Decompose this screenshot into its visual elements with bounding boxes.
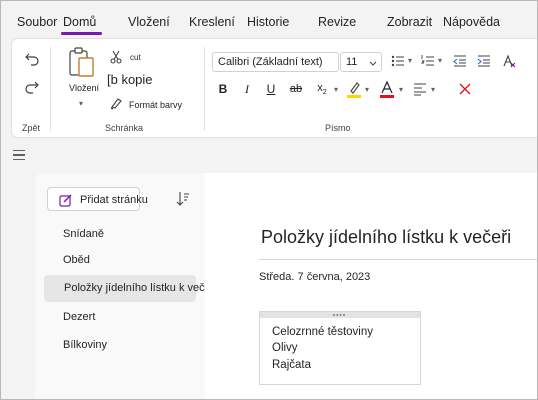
chevron-down-icon[interactable]: ▾ bbox=[334, 85, 338, 94]
tab-domu[interactable]: Domů bbox=[63, 15, 96, 29]
note-line[interactable]: Rajčata bbox=[272, 359, 311, 371]
underline-button[interactable]: U bbox=[263, 81, 279, 97]
title-divider bbox=[259, 259, 537, 260]
highlight-button[interactable] bbox=[345, 79, 363, 99]
numbered-list-icon bbox=[421, 55, 434, 66]
chevron-down-icon[interactable]: ▾ bbox=[365, 85, 369, 94]
page-item-obed[interactable]: Oběd bbox=[44, 247, 196, 274]
format-painter-button[interactable] bbox=[108, 95, 124, 111]
font-name-value: Calibri (Základní text) bbox=[218, 56, 323, 68]
paste-button[interactable] bbox=[66, 45, 98, 81]
format-painter-icon bbox=[110, 98, 122, 110]
add-page-icon bbox=[59, 193, 73, 212]
bold-icon: B bbox=[218, 82, 228, 96]
note-canvas[interactable]: Položky jídelního lístku k večeři Středa… bbox=[205, 173, 537, 399]
undo-group-label: Zpět bbox=[22, 123, 41, 133]
bullet-list-button[interactable] bbox=[390, 53, 406, 69]
font-color-button[interactable] bbox=[378, 79, 396, 99]
cut-button[interactable] bbox=[108, 49, 124, 65]
decrease-indent-button[interactable] bbox=[452, 53, 468, 69]
page-item-bilkoviny[interactable]: Bílkoviny bbox=[44, 332, 196, 359]
navigation-toggle-icon[interactable] bbox=[13, 150, 25, 161]
redo-icon bbox=[25, 81, 39, 94]
scissors-icon bbox=[110, 50, 122, 64]
menu-bar: Soubor Domů Vložení Kreslení Historie Re… bbox=[1, 1, 537, 37]
numbered-list-button[interactable] bbox=[420, 53, 436, 69]
chevron-down-icon[interactable]: ▾ bbox=[408, 56, 412, 65]
underline-icon: U bbox=[266, 82, 276, 96]
note-line[interactable]: Olivy bbox=[272, 342, 298, 354]
decrease-indent-icon bbox=[453, 55, 466, 67]
font-size-combobox[interactable]: 11 bbox=[340, 52, 382, 72]
page-item-vecere[interactable]: Položky jídelního lístku k večeři bbox=[44, 275, 217, 302]
italic-icon: I bbox=[245, 81, 249, 96]
bullet-list-icon bbox=[391, 55, 404, 67]
page-title[interactable]: Položky jídelního lístku k večeři bbox=[261, 227, 511, 248]
sort-icon[interactable] bbox=[176, 191, 190, 212]
paste-dropdown-icon[interactable]: ▾ bbox=[79, 99, 83, 108]
add-page-label: Přidat stránku bbox=[80, 194, 148, 206]
undo-icon bbox=[25, 53, 39, 66]
tab-kresleni[interactable]: Kreslení bbox=[189, 15, 235, 29]
subscript-button[interactable]: x2 bbox=[313, 81, 331, 97]
highlighter-icon bbox=[347, 82, 361, 98]
subscript-icon: x2 bbox=[317, 81, 327, 97]
note-drag-handle[interactable] bbox=[260, 312, 420, 318]
drag-dots-icon bbox=[333, 314, 345, 316]
page-item-dezert[interactable]: Dezert bbox=[44, 304, 196, 331]
group-separator bbox=[204, 47, 205, 131]
chevron-down-icon bbox=[369, 58, 377, 70]
clipboard-icon bbox=[69, 47, 94, 77]
bold-button[interactable]: B bbox=[215, 81, 231, 97]
note-container[interactable]: Celozrnné těstoviny Olivy Rajčata bbox=[259, 311, 421, 385]
page-item-snidane[interactable]: Snídaně bbox=[44, 221, 196, 248]
clear-all-button[interactable] bbox=[457, 81, 473, 97]
chevron-down-icon[interactable]: ▾ bbox=[431, 85, 435, 94]
align-left-icon bbox=[414, 83, 426, 96]
tab-historie[interactable]: Historie bbox=[247, 15, 289, 29]
ribbon: Zpět Vložení ▾ cut [b kopie Formát barvy… bbox=[11, 38, 537, 138]
redo-button[interactable] bbox=[22, 77, 42, 97]
close-icon bbox=[459, 83, 471, 95]
note-line[interactable]: Celozrnné těstoviny bbox=[272, 326, 373, 338]
font-name-combobox[interactable]: Calibri (Základní text) bbox=[212, 52, 339, 72]
font-group-label: Písmo bbox=[325, 123, 351, 133]
clear-formatting-button[interactable] bbox=[500, 53, 518, 69]
chevron-down-icon[interactable]: ▾ bbox=[399, 85, 403, 94]
font-color-icon bbox=[380, 80, 394, 98]
active-tab-indicator bbox=[61, 32, 102, 35]
tab-zobrazit[interactable]: Zobrazit bbox=[387, 15, 432, 29]
strikethrough-icon: ab bbox=[289, 83, 303, 95]
page-date: Středa. 7 června, 2023 bbox=[259, 271, 371, 283]
copy-label[interactable]: [b kopie bbox=[107, 72, 153, 87]
clear-formatting-icon bbox=[503, 54, 516, 68]
add-page-button[interactable]: Přidat stránku bbox=[47, 187, 148, 212]
align-button[interactable] bbox=[412, 81, 428, 97]
clipboard-group-label: Schránka bbox=[105, 123, 144, 133]
onenote-window: Soubor Domů Vložení Kreslení Historie Re… bbox=[0, 0, 538, 400]
tab-revize[interactable]: Revize bbox=[318, 15, 356, 29]
cut-label[interactable]: cut bbox=[130, 53, 141, 62]
strikethrough-button[interactable]: ab bbox=[287, 81, 305, 97]
tab-soubor[interactable]: Soubor bbox=[17, 15, 57, 29]
italic-button[interactable]: I bbox=[239, 81, 255, 97]
tab-vlozeni[interactable]: Vložení bbox=[128, 15, 170, 29]
chevron-down-icon[interactable]: ▾ bbox=[438, 56, 442, 65]
paste-label: Vložení bbox=[69, 83, 100, 93]
increase-indent-icon bbox=[477, 55, 490, 67]
font-size-value: 11 bbox=[346, 56, 358, 68]
undo-button[interactable] bbox=[22, 49, 42, 69]
pages-pane: Přidat stránku Snídaně Oběd Položky jíde… bbox=[35, 173, 217, 399]
tab-napoveda[interactable]: Nápověda bbox=[443, 15, 500, 29]
increase-indent-button[interactable] bbox=[476, 53, 492, 69]
format-painter-label[interactable]: Formát barvy bbox=[129, 100, 182, 110]
group-separator bbox=[50, 47, 51, 131]
